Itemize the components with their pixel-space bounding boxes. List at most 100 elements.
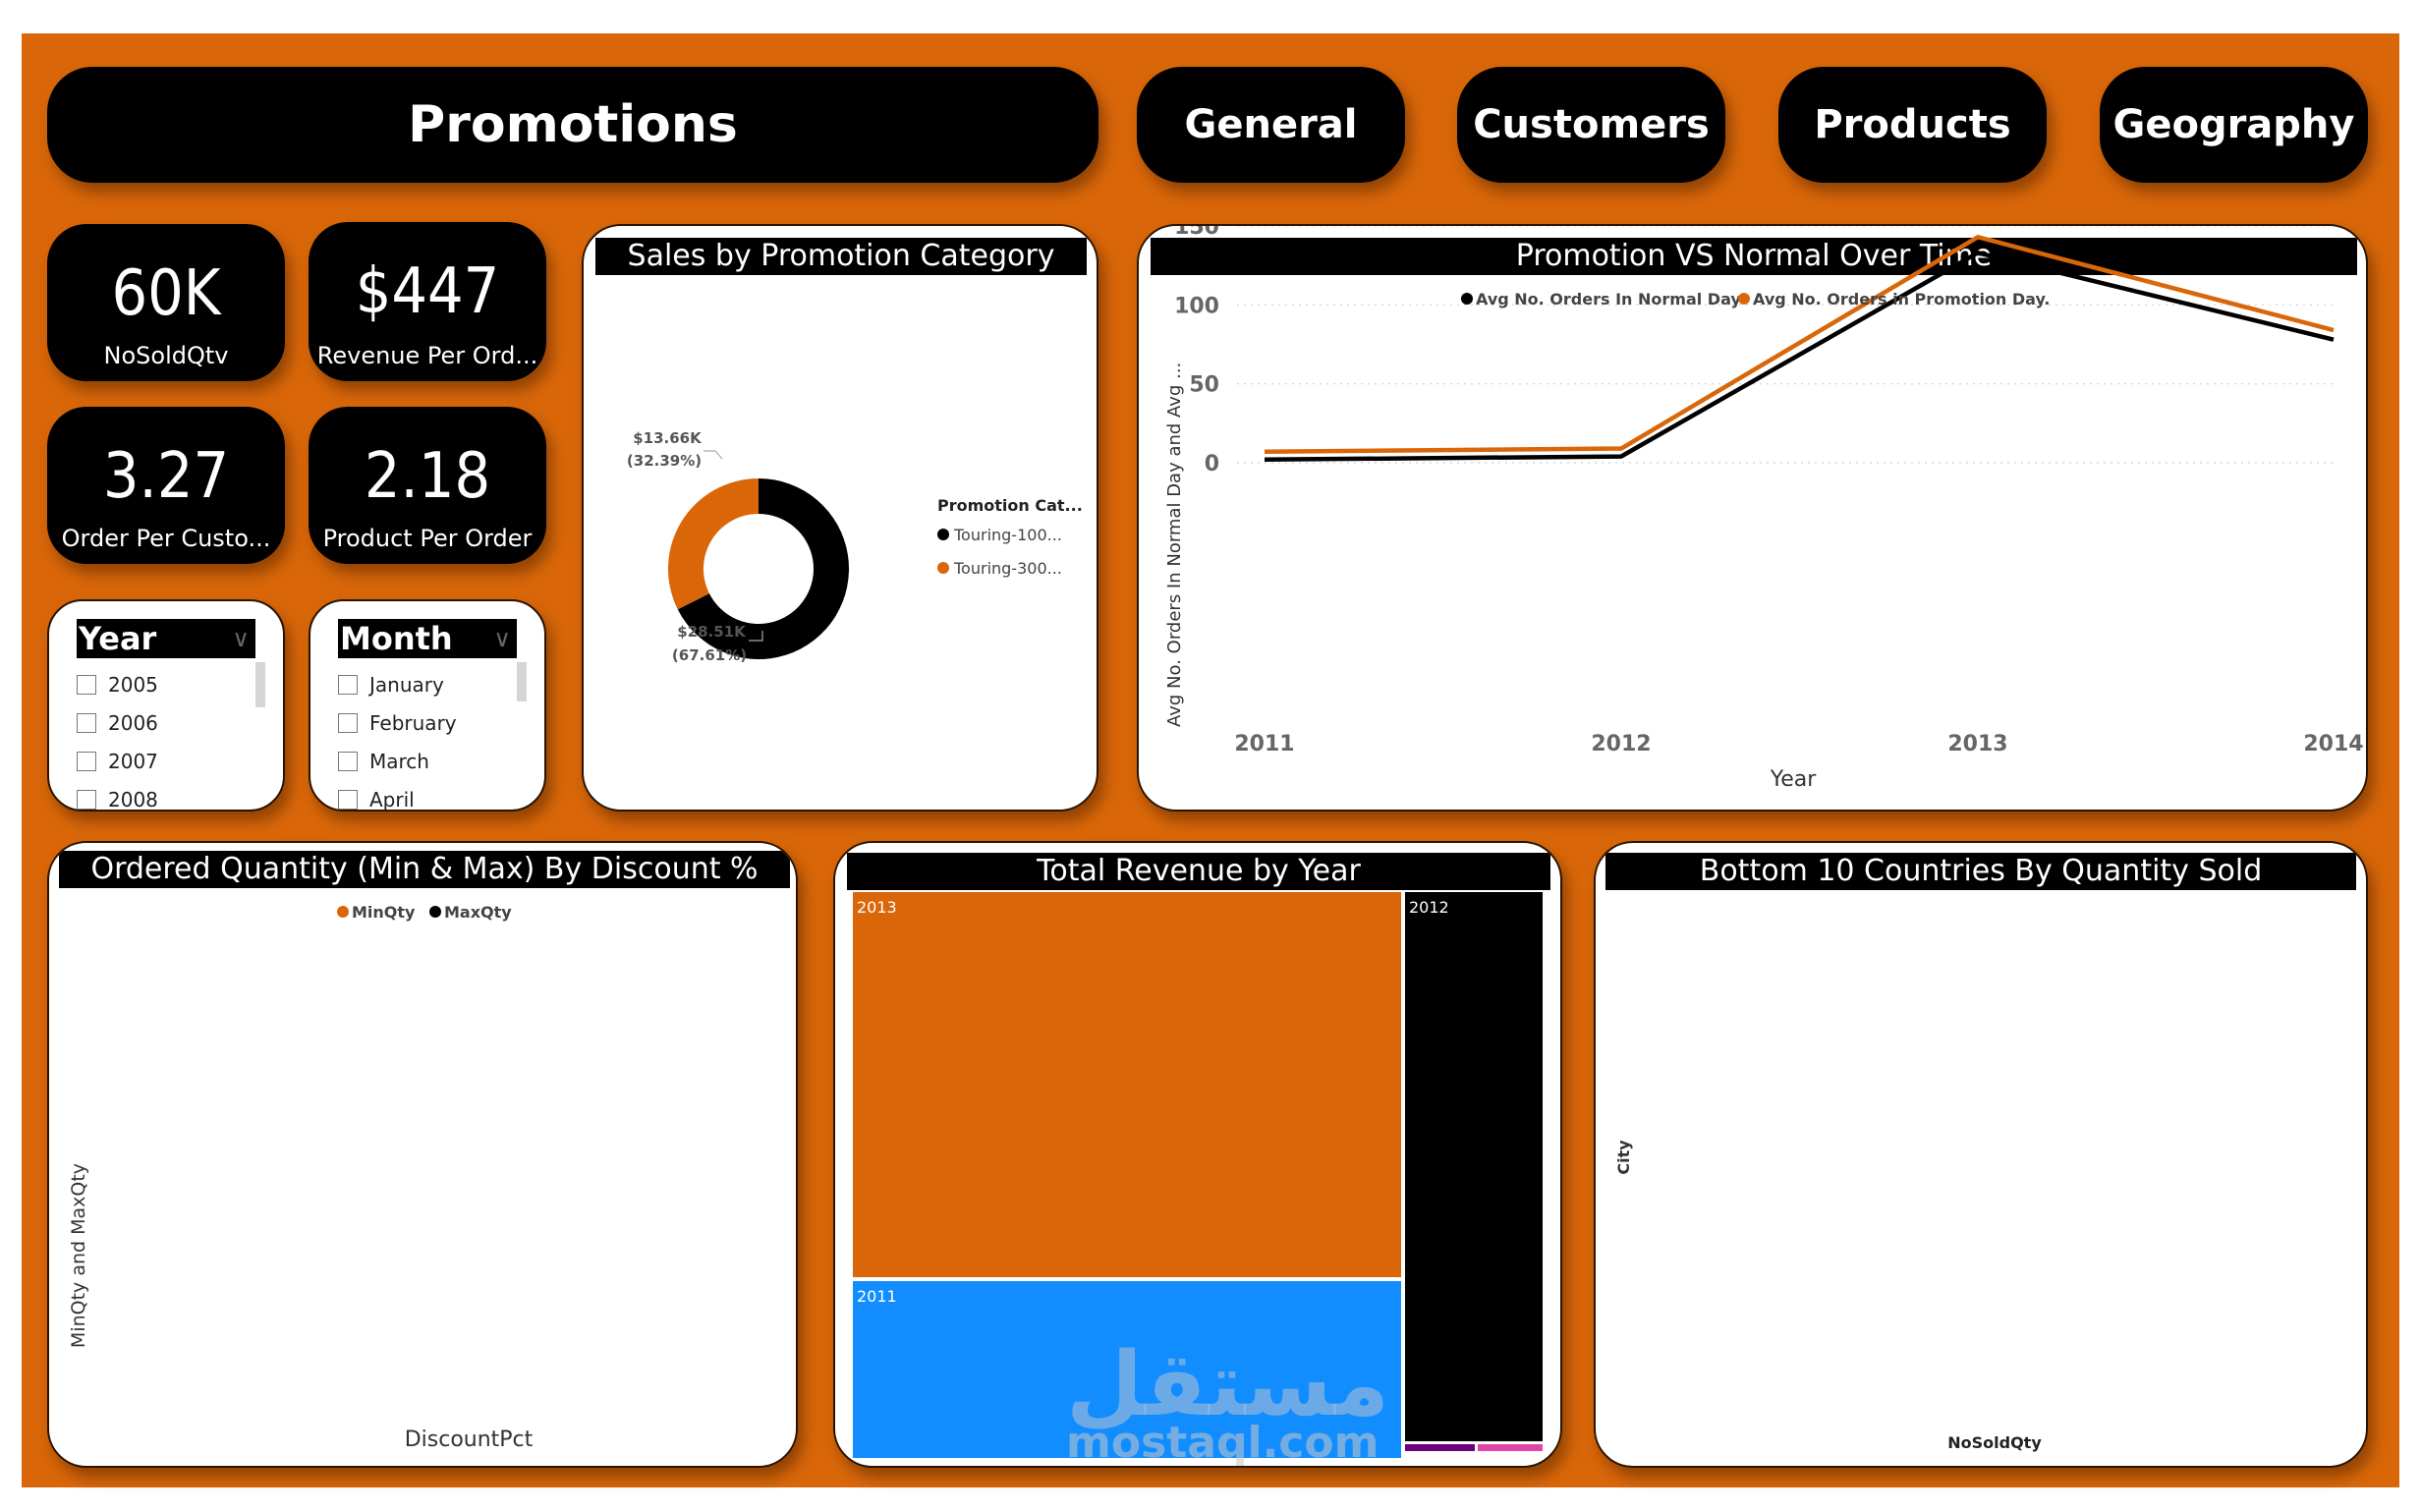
scrollbar[interactable] [255,662,265,707]
year-slicer: Year ∨ 2005 2006 2007 2008 [47,599,285,812]
nav-button-label: Products [1814,102,2011,147]
year-option[interactable]: 2008 [77,783,158,810]
kpi-value: 60K [111,257,221,330]
treemap-cell-2011[interactable]: 2011 [853,1281,1401,1458]
donut-label-pct: (67.61%) [672,646,747,664]
ordered-quantity-panel: Ordered Quantity (Min & Max) By Discount… [47,841,798,1468]
bottom-10-countries-panel: Bottom 10 Countries By Quantity Sold Cit… [1594,841,2368,1468]
month-slicer-title: Month [340,620,453,657]
checkbox[interactable] [77,790,96,810]
kpi-label: Revenue Per Ord... [316,342,538,369]
kpi-value: $447 [355,255,500,328]
donut-slice-1 [668,478,759,610]
month-option-label: March [369,750,429,773]
nav-button-general[interactable]: General [1137,67,1405,183]
legend-marker-promotion-day [1738,293,1750,305]
line-series-normal-day [1264,250,2335,463]
horizontal-bar-chart: City NoSoldQty [1614,1140,2042,1452]
legend-item-normal-day[interactable]: Avg No. Orders In Normal Day [1476,290,1741,308]
year-option-label: 2005 [108,673,158,697]
x-tick-label: 2013 [1947,732,2007,756]
month-option[interactable]: January [338,668,444,701]
legend-title: Promotion Cat... [937,496,1083,515]
donut-label-value: $13.66K [633,429,703,447]
page-title-text: Promotions [408,95,738,154]
donut-label-pct: (32.39%) [627,452,702,470]
kpi-label: NoSoldQtv [103,342,229,369]
year-slicer-title: Year [79,620,157,657]
legend-item-touring-300[interactable]: Touring-300... [953,559,1062,578]
donut-label-value: $28.51K [677,623,747,641]
year-option[interactable]: 2007 [77,745,158,778]
treemap-cell-small-purple[interactable] [1405,1444,1475,1451]
year-slicer-header[interactable]: Year ∨ [77,619,255,658]
legend-item-maxqty[interactable]: MaxQty [444,903,512,922]
x-tick-label: 2012 [1591,732,1651,756]
kpi-card-no-sold-qty: 60K NoSoldQtv [47,224,285,381]
sales-by-promotion-category-panel: Sales by Promotion Category $13.66K (32.… [582,224,1098,812]
checkbox[interactable] [77,752,96,771]
y-axis-title: City [1614,1140,1633,1175]
x-tick-label: 2014 [2303,732,2363,756]
donut-chart: $13.66K (32.39%) $28.51K (67.61%) Promot… [627,429,1083,664]
scrollbar[interactable] [517,662,527,701]
kpi-value: 3.27 [102,440,230,513]
nav-button-label: Customers [1473,102,1710,147]
promotion-vs-normal-panel: Promotion VS Normal Over Time 2011 2012 20… [1137,224,2368,812]
y-tick-label: 150 [1174,226,1219,240]
treemap-label: 2011 [857,1287,897,1306]
kpi-label: Order Per Custo... [61,525,271,552]
year-option[interactable]: 2006 [77,706,158,740]
treemap-label: 2012 [1409,898,1449,917]
legend-marker-maxqty [429,906,441,918]
kpi-card-product-per-order: 2.18 Product Per Order [309,407,546,564]
legend-item-promotion-day[interactable]: Avg No. Orders in Promotion Day. [1753,290,2051,308]
kpi-value: 2.18 [364,440,491,513]
checkbox[interactable] [338,790,358,810]
legend-marker-touring-100 [937,529,949,540]
month-option-label: April [369,788,415,812]
checkbox[interactable] [77,675,96,695]
stacked-bar-chart: MinQty MaxQty MinQty and MaxQty Discount… [68,903,534,1452]
donut-leader-line [704,450,723,460]
kpi-label: Product Per Order [322,525,533,552]
nav-button-label: General [1184,102,1358,147]
nav-button-customers[interactable]: Customers [1457,67,1725,183]
x-axis-title: Year [1770,767,1818,792]
x-axis-title: DiscountPct [405,1428,534,1452]
y-tick-label: 50 [1189,373,1219,398]
checkbox[interactable] [338,752,358,771]
year-option-label: 2006 [108,711,158,735]
nav-button-products[interactable]: Products [1778,67,2047,183]
treemap-label: 2013 [857,898,897,917]
checkbox[interactable] [77,713,96,733]
panel-title: Total Revenue by Year [847,853,1550,890]
month-option[interactable]: March [338,745,429,778]
page-title: Promotions [47,67,1098,183]
y-axis-title: MinQty and MaxQty [68,1163,89,1348]
line-chart: 2011 2012 2013 2014 0 50 100 150 Avg No. Order… [1164,226,2364,792]
legend-marker-normal-day [1461,293,1473,305]
chevron-down-icon[interactable]: ∨ [493,619,511,658]
y-axis-title: Avg No. Orders In Normal Day and Avg ... [1164,363,1185,727]
legend-marker-minqty [337,906,349,918]
year-option-label: 2007 [108,750,158,773]
month-slicer-header[interactable]: Month ∨ [338,619,517,658]
checkbox[interactable] [338,713,358,733]
month-option-label: February [369,711,457,735]
nav-button-geography[interactable]: Geography [2100,67,2368,183]
total-revenue-by-year-panel: Total Revenue by Year 2013 2011 2012 [833,841,1562,1468]
treemap-cell-2012[interactable]: 2012 [1405,892,1543,1441]
checkbox[interactable] [338,675,358,695]
month-slicer: Month ∨ January February March April [309,599,546,812]
kpi-card-revenue-per-order: $447 Revenue Per Ord... [309,222,546,381]
x-tick-label: 2011 [1234,732,1294,756]
chevron-down-icon[interactable]: ∨ [232,619,250,658]
month-option[interactable]: April [338,783,415,812]
month-option[interactable]: February [338,706,457,740]
treemap-cell-small-pink[interactable] [1478,1444,1543,1451]
year-option[interactable]: 2005 [77,668,158,701]
legend-item-minqty[interactable]: MinQty [352,903,416,922]
legend-item-touring-100[interactable]: Touring-100... [953,526,1062,544]
treemap-cell-2013[interactable]: 2013 [853,892,1401,1277]
